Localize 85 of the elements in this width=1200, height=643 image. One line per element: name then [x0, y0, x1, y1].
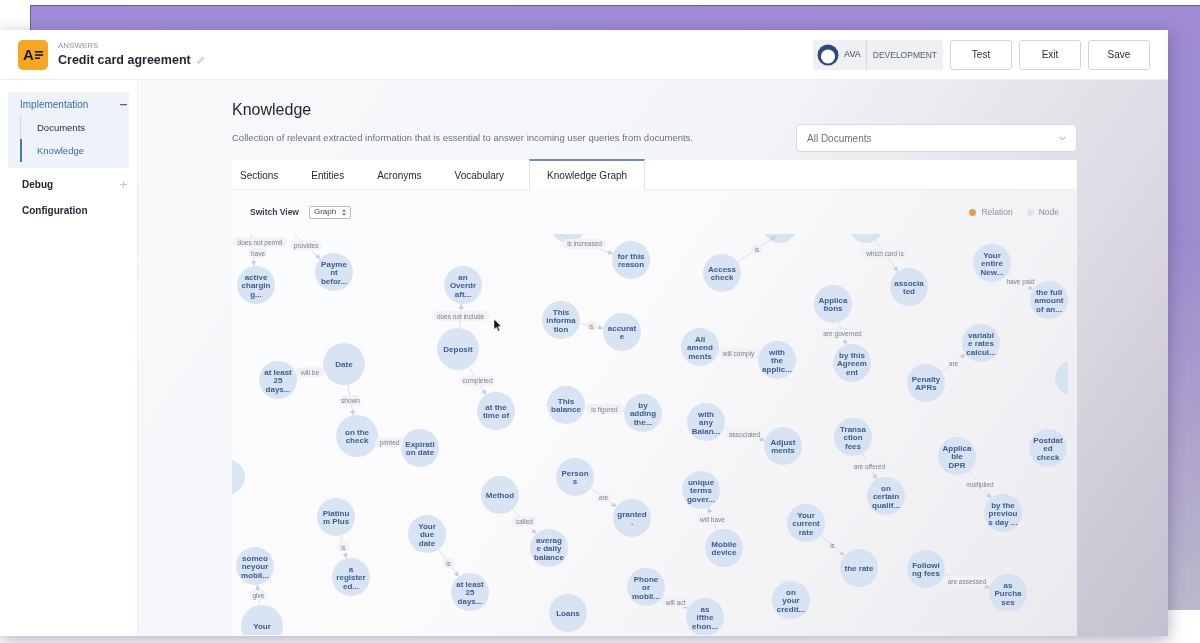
sidebar-subitem[interactable]: Knowledge	[20, 139, 129, 162]
sidebar-subitem[interactable]: Documents	[21, 116, 129, 139]
graph-node[interactable]: as ifthe ehon...	[686, 598, 724, 635]
switch-view-label: Switch View	[250, 205, 299, 219]
tab[interactable]: Vocabulary	[446, 160, 513, 190]
page-title: Knowledge	[232, 100, 313, 120]
tab[interactable]: Entities	[303, 160, 353, 190]
graph-node[interactable]: for this reason	[612, 241, 650, 279]
header-button[interactable]: Save	[1088, 39, 1150, 70]
graph-node[interactable]: Adjust ments	[764, 427, 802, 465]
graph-node[interactable]: This informa tion	[542, 301, 580, 339]
documents-dropdown[interactable]: All Documents	[796, 124, 1077, 152]
graph-node[interactable]: someo neyour mobil...	[236, 547, 274, 585]
graph-node[interactable]: This balance	[547, 386, 585, 424]
graph-node[interactable]: Transa ction fees	[834, 418, 872, 456]
graph-node[interactable]	[1055, 361, 1068, 395]
expand-icon[interactable]	[120, 180, 127, 188]
graph-node[interactable]: on certain qualif...	[867, 477, 905, 515]
graph-node[interactable]: active chargin g...	[237, 266, 275, 304]
tab[interactable]: Acronyms	[369, 160, 430, 190]
graph-node[interactable]	[849, 234, 883, 243]
graph-node[interactable]: by the previou s day ...	[984, 494, 1022, 532]
graph-node[interactable]: by this Agreem ent	[833, 344, 871, 382]
graph-node[interactable]: Followi ng fees	[907, 550, 945, 588]
graph-node[interactable]: accurat e	[603, 313, 641, 351]
graph-node[interactable]: Expirati on date	[401, 429, 439, 467]
tab[interactable]: Knowledge Graph	[529, 159, 646, 190]
sidebar-item[interactable]: Configuration	[20, 202, 88, 218]
graph-node[interactable]: by adding the...	[624, 394, 662, 432]
graph-node[interactable]: a register ed...	[332, 558, 370, 596]
pencil-icon[interactable]	[196, 55, 205, 64]
graph-node[interactable]: Method	[481, 476, 519, 514]
lines-icon	[34, 50, 43, 59]
header-button[interactable]: Test	[950, 39, 1012, 70]
graph-node[interactable]: Your current rate	[787, 504, 825, 542]
graph-node[interactable]: as Purcha ses	[989, 574, 1027, 612]
product-label: ANSWERS	[58, 40, 100, 51]
graph-node[interactable]: Postdat ed check	[1029, 429, 1067, 467]
graph-node[interactable]: Applica ble DPR	[938, 437, 976, 475]
graph-node[interactable]: Mobile device	[705, 529, 743, 567]
sidebar-item[interactable]: Implementation	[20, 96, 89, 112]
graph-node[interactable]: Penalty APRs	[907, 364, 945, 402]
tab[interactable]: Sections	[232, 160, 287, 190]
graph-node[interactable]: Date	[323, 343, 365, 385]
logo-letter: A	[23, 47, 34, 62]
graph-node[interactable]: Access check	[703, 254, 741, 292]
graph-node[interactable]: variabl e rates calcul...	[962, 324, 1000, 362]
cursor-icon	[493, 318, 502, 332]
sidebar-item[interactable]: Debug	[20, 176, 54, 192]
graph-node[interactable]: Person s	[556, 458, 594, 496]
graph-node[interactable]: on the check	[336, 415, 378, 457]
view-select[interactable]: Graph	[309, 205, 352, 219]
legend-label: Node	[1038, 205, 1059, 219]
graph-node[interactable]: Payme nt befor...	[315, 253, 353, 291]
graph-node[interactable]: the rate	[840, 549, 878, 587]
graph-node[interactable]: associa ted	[890, 268, 928, 306]
graph-node[interactable]: an Overdr aft...	[444, 266, 482, 304]
graph-node[interactable]	[232, 460, 245, 494]
graph-node[interactable]: unique terms gover...	[682, 471, 720, 509]
graph-node[interactable]: Your due date	[408, 515, 446, 553]
environment-label: DEVELOPMENT	[865, 39, 943, 70]
avatar-icon	[817, 43, 840, 66]
document-title: Credit card agreement	[58, 51, 191, 69]
graph-node[interactable]: Your	[241, 605, 283, 635]
assistant-name: AVA	[843, 47, 862, 61]
graph-node[interactable]: Loans	[549, 594, 587, 632]
page-description: Collection of relevant extracted information that is essential to answer incoming user queries from documents.	[232, 130, 693, 145]
graph-node[interactable]: at least 25 days...	[259, 361, 297, 399]
graph-node[interactable]: All amend ments	[681, 328, 719, 366]
graph-node[interactable]: at the time of	[477, 392, 515, 430]
chevron-down-icon	[1059, 135, 1066, 141]
graph-node[interactable]: with the applic...	[758, 341, 796, 379]
graph-node[interactable]: averag e daily balance	[530, 529, 568, 567]
graph-node[interactable]: at least 25 days...	[451, 573, 489, 611]
graph-node[interactable]	[763, 234, 797, 243]
graph-node[interactable]: Platinu m Plus	[317, 498, 355, 536]
graph-node[interactable]: Phone or mobil...	[627, 568, 665, 606]
graph-node[interactable]: Applica tions	[814, 285, 852, 323]
graph-node[interactable]: Deposit	[437, 328, 479, 370]
legend-label: Relation	[981, 205, 1013, 219]
graph-node[interactable]: granted .	[613, 499, 651, 537]
graph-node[interactable]: on your credit...	[772, 581, 810, 619]
updown-icon	[342, 208, 347, 216]
graph-node[interactable]: with any Balan...	[687, 403, 725, 441]
header-button[interactable]: Exit	[1019, 39, 1081, 70]
